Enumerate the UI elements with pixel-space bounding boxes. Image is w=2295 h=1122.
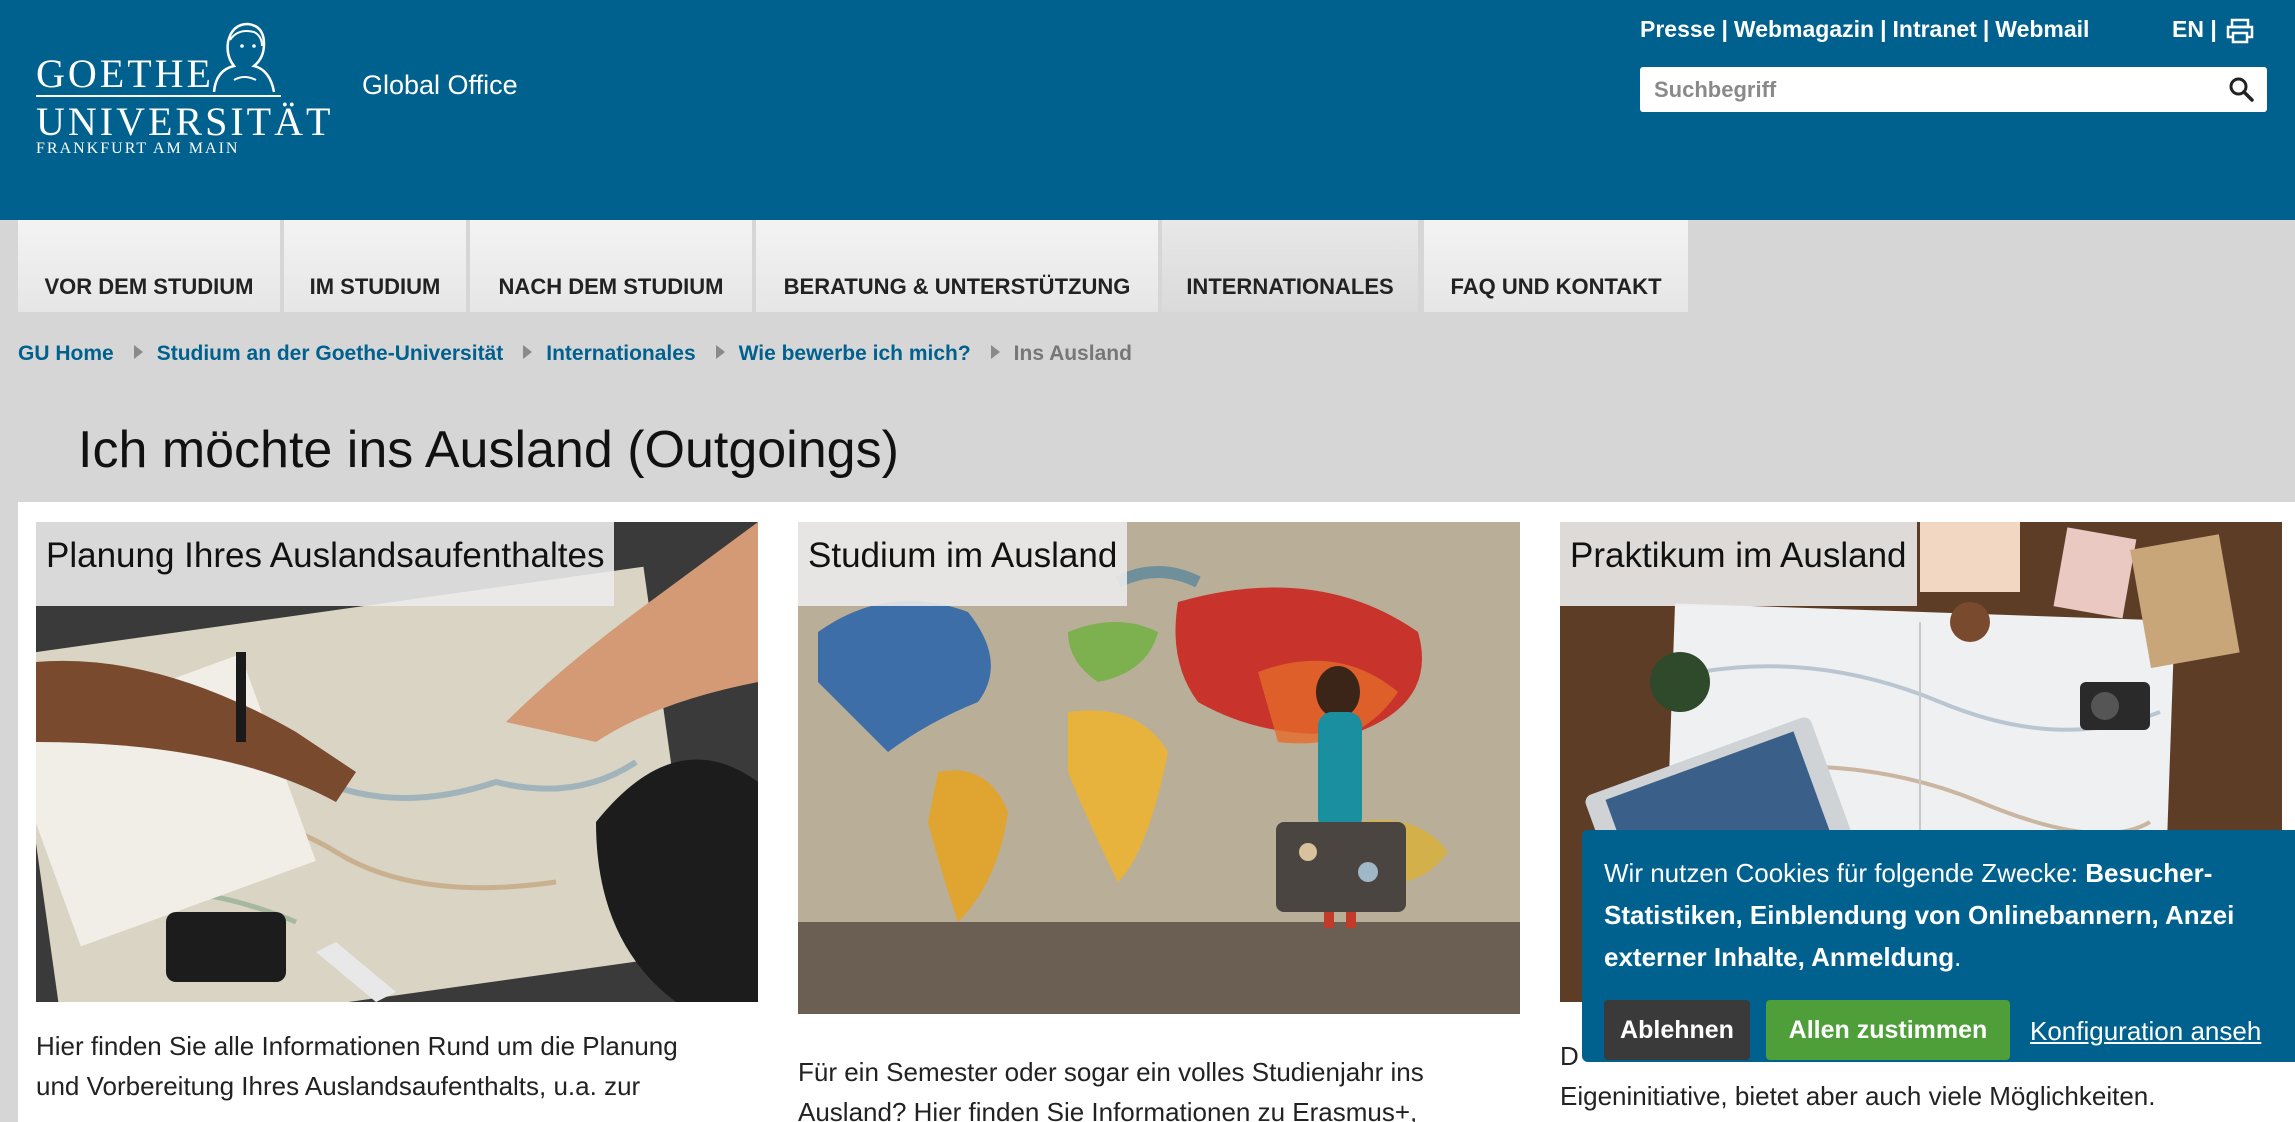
cookie-purposes: Statistiken, Einblendung von Onlinebanne… [1604,900,2235,930]
card-text-line: Für ein Semester oder sogar ein volles S… [798,1057,1424,1087]
card-text-line: Eigeninitiative, bietet aber auch viele … [1560,1081,2156,1111]
logo-divider [36,95,281,97]
search-input[interactable] [1654,75,2214,105]
breadcrumb-arrow-icon [715,345,725,359]
logo-text-universitaet: UNIVERSITÄT [36,99,334,144]
card-title-planung[interactable]: Planung Ihres Auslandsaufenthaltes [36,522,615,606]
cookie-purposes: Besucher- [2085,858,2213,888]
cookie-purposes: externer Inhalte, Anmeldung [1604,942,1955,972]
tab-beratung-unterstuetzung[interactable]: BERATUNG & UNTERSTÜTZUNG [756,220,1158,312]
top-link-intranet[interactable]: Intranet [1893,16,1977,43]
breadcrumb-internationales[interactable]: Internationales [546,342,695,365]
cookie-intro: Wir nutzen Cookies für folgende Zwecke: [1604,858,2086,888]
logo-text-goethe: GOETHE [36,51,214,96]
site-name[interactable]: Global Office [362,70,518,101]
card-text-line: Ausland? Hier finden Sie Informationen z… [798,1097,1418,1122]
cookie-end: . [1954,942,1962,972]
cookie-config-link[interactable]: Konfiguration anseh [2030,1016,2261,1047]
breadcrumb-arrow-icon [523,345,533,359]
card-text-line: Hier finden Sie alle Informationen Rund … [36,1031,678,1061]
cookie-decline-button[interactable]: Ablehnen [1604,1000,1750,1060]
breadcrumb-arrow-icon [133,345,143,359]
print-icon[interactable] [2226,18,2254,44]
top-link-webmail[interactable]: Webmail [1995,16,2089,43]
cookie-text: Wir nutzen Cookies für folgende Zwecke: … [1604,852,2295,978]
breadcrumb-wie-bewerbe[interactable]: Wie bewerbe ich mich? [739,342,971,365]
breadcrumb-current: Ins Ausland [1013,342,1132,365]
link-separator: | [1982,16,1990,42]
cookie-banner: Wir nutzen Cookies für folgende Zwecke: … [1582,830,2295,1062]
cookie-line: Wir nutzen Cookies für folgende Zwecke: … [1604,852,2295,894]
breadcrumb-gu-home[interactable]: GU Home [18,342,114,365]
logo-text-frankfurt: FRANKFURT AM MAIN [36,140,240,157]
link-separator: | [1721,16,1728,42]
card-text-planung: Hier finden Sie alle Informationen Rund … [36,1026,776,1106]
card-title-praktikum[interactable]: Praktikum im Ausland [1560,522,1917,606]
card-title-studium[interactable]: Studium im Ausland [798,522,1128,606]
cookie-line: Statistiken, Einblendung von Onlinebanne… [1604,894,2295,936]
breadcrumb: GU Home Studium an der Goethe-Universität… [18,342,1132,372]
goethe-portrait-icon [212,22,276,93]
tab-faq-und-kontakt[interactable]: FAQ UND KONTAKT [1424,220,1688,312]
cookie-accept-all-button[interactable]: Allen zustimmen [1766,1000,2010,1060]
site-header: GOETHE UNIVERSITÄT FRANKFURT AM MAIN Glo… [0,0,2295,220]
search-box [1640,67,2267,112]
top-link-presse[interactable]: Presse [1640,16,1715,43]
link-separator: | [1880,16,1887,42]
page-title: Ich möchte ins Ausland (Outgoings) [78,421,899,479]
tab-im-studium[interactable]: IM STUDIUM [284,220,466,312]
top-links: Presse | Webmagazin | Intranet | Webmail [1640,16,2089,46]
breadcrumb-studium[interactable]: Studium an der Goethe-Universität [157,342,504,365]
top-link-webmagazin[interactable]: Webmagazin [1734,16,1874,43]
cookie-line: externer Inhalte, Anmeldung. [1604,936,2295,978]
language-switch[interactable]: EN | [2172,16,2217,43]
card-text-studium: Für ein Semester oder sogar ein volles S… [798,1052,1538,1122]
university-logo[interactable]: GOETHE UNIVERSITÄT FRANKFURT AM MAIN [36,16,330,157]
main-navigation: VOR DEM STUDIUM IM STUDIUM NACH DEM STUD… [0,220,2295,312]
breadcrumb-arrow-icon [990,345,1000,359]
tab-nach-dem-studium[interactable]: NACH DEM STUDIUM [470,220,752,312]
tab-vor-dem-studium[interactable]: VOR DEM STUDIUM [18,220,280,312]
search-icon[interactable] [2228,76,2254,102]
card-text-line: und Vorbereitung Ihres Auslandsaufenthal… [36,1071,641,1101]
tab-internationales[interactable]: INTERNATIONALES [1162,220,1418,312]
